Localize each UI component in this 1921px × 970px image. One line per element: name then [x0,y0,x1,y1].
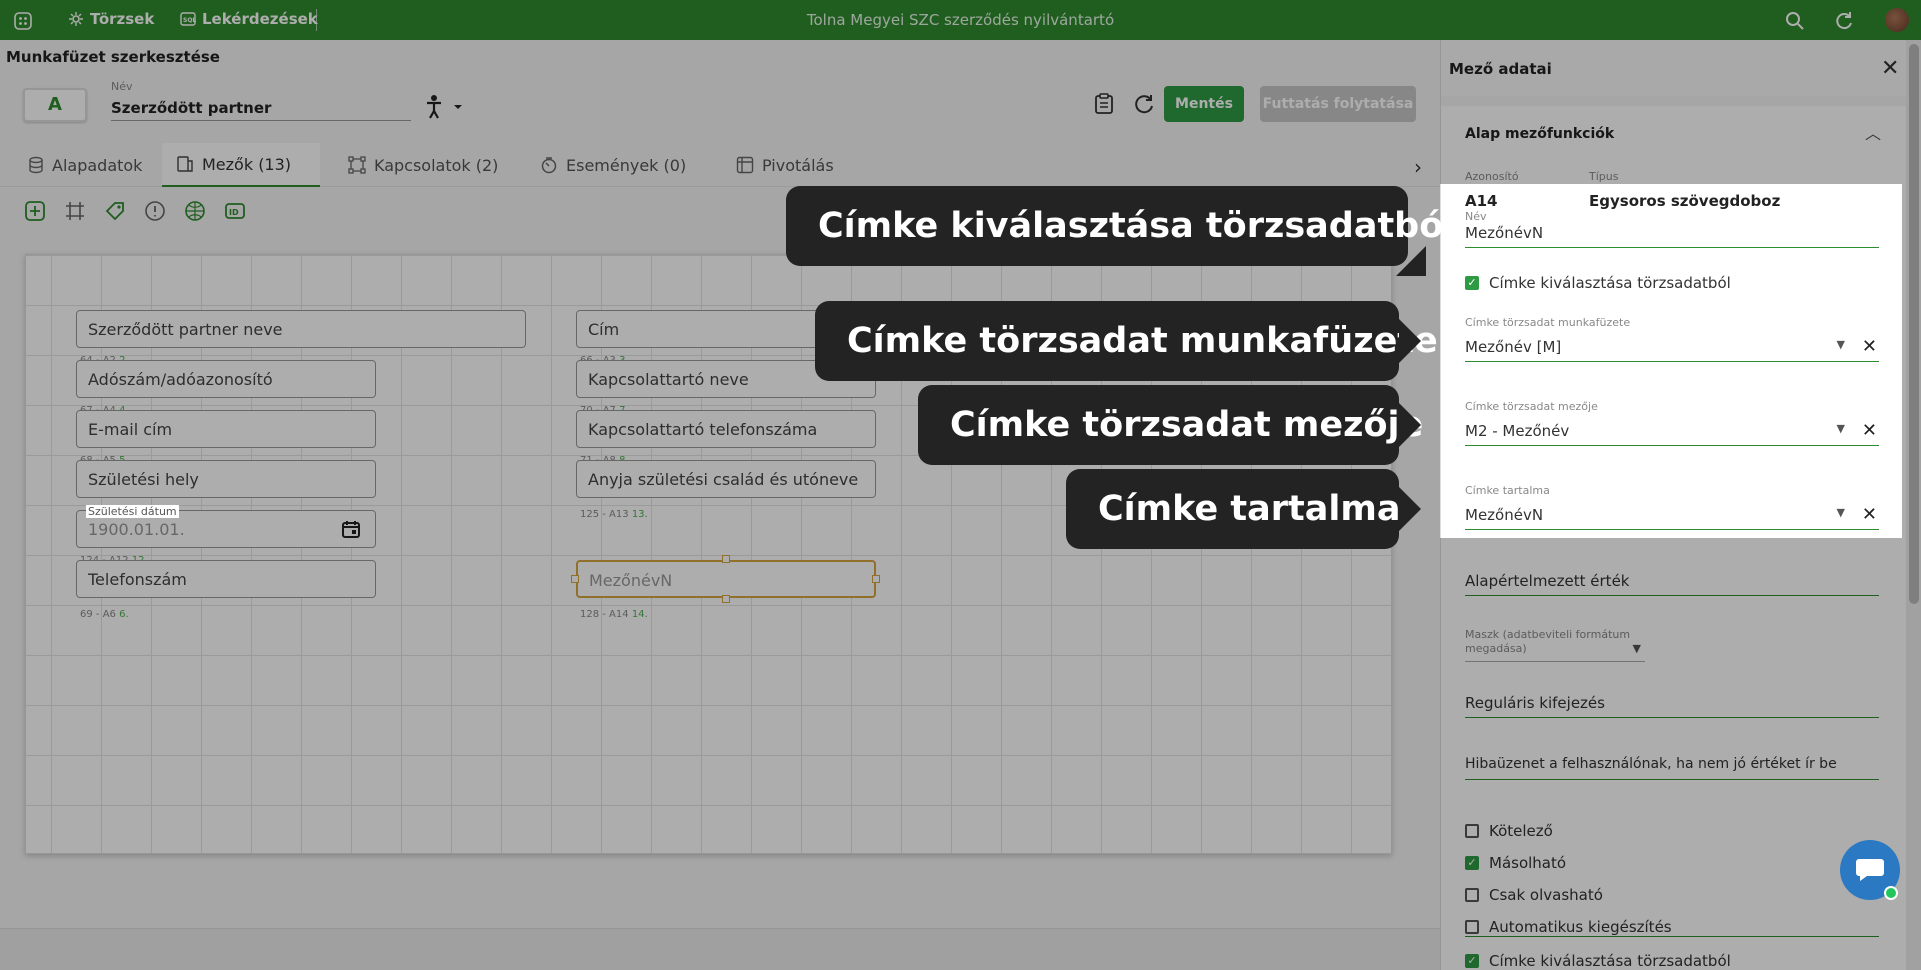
label-content-label: Címke tartalma [1465,484,1550,497]
clear-icon[interactable]: ✕ [1862,504,1877,525]
master-workbook-label: Címke törzsadat munkafüzete [1465,316,1631,329]
id-value: A14 [1465,192,1498,210]
callout-master-field: Címke törzsadat mezője [918,385,1423,465]
dropdown-arrow-icon[interactable]: ▼ [1837,506,1845,519]
callout-pointer [1399,403,1421,447]
master-field-select[interactable]: M2 - Mezőnév ▼ ✕ [1465,420,1879,446]
callout-pointer [1396,246,1426,276]
callout-master-workbook: Címke törzsadat munkafüzete [815,301,1438,381]
type-value: Egysoros szövegdoboz [1589,192,1781,210]
clear-icon[interactable]: ✕ [1862,336,1877,357]
chat-bubble-button[interactable] [1840,840,1900,900]
name-label: Név [1465,210,1487,223]
select-value: MezőnévN [1465,506,1544,524]
label-content-select[interactable]: MezőnévN ▼ ✕ [1465,504,1879,530]
master-field-label: Címke törzsadat mezője [1465,400,1598,413]
callout-pointer [1399,319,1421,363]
select-value: M2 - Mezőnév [1465,422,1570,440]
online-status-dot [1884,886,1898,900]
overlay-dim [1902,184,1921,538]
checkbox-checked[interactable]: ✓ [1465,276,1479,290]
clear-icon[interactable]: ✕ [1862,420,1877,441]
name-input[interactable]: MezőnévN [1465,224,1879,248]
checkbox-label-from-master[interactable]: ✓ Címke kiválasztása törzsadatból [1465,274,1731,292]
callout-pointer [1399,487,1421,531]
overlay-dim [0,0,1921,184]
overlay-dim [0,538,1921,970]
callout-label-from-master: Címke kiválasztása törzsadatból [786,186,1455,266]
checkbox-label: Címke kiválasztása törzsadatból [1489,274,1731,292]
field-floating-label: Születési dátum [86,505,179,518]
select-value: Mezőnév [M] [1465,338,1562,356]
dropdown-arrow-icon[interactable]: ▼ [1837,338,1845,351]
master-workbook-select[interactable]: Mezőnév [M] ▼ ✕ [1465,336,1879,362]
dropdown-arrow-icon[interactable]: ▼ [1837,422,1845,435]
callout-label-content: Címke tartalma [1066,469,1400,549]
chat-icon [1856,859,1884,881]
